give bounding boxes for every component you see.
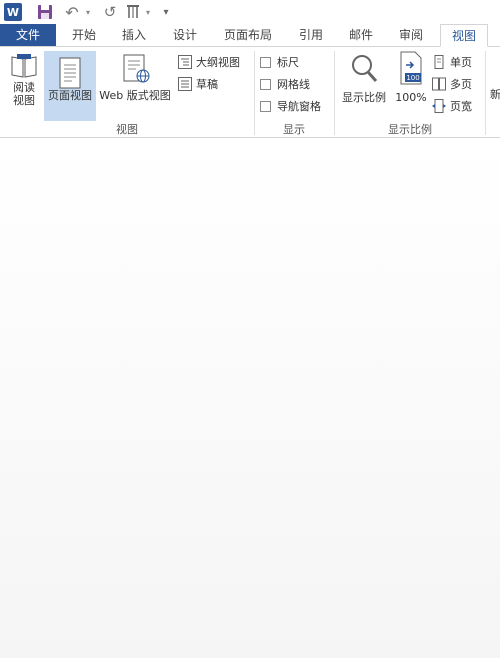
hundred-percent-icon: 100 xyxy=(400,51,422,85)
multiple-pages-label: 多页 xyxy=(450,78,472,91)
redo-icon[interactable]: ↺ xyxy=(102,3,118,21)
format-painter-icon[interactable] xyxy=(124,3,142,21)
read-mode-label-1: 阅读 xyxy=(13,81,35,94)
customize-qat-icon[interactable]: ▾ xyxy=(160,3,172,21)
new-window-button[interactable]: 新 xyxy=(490,85,500,103)
brush-dropdown-icon[interactable]: ▾ xyxy=(144,3,152,21)
tab-design[interactable]: 设计 xyxy=(160,24,210,46)
hundred-percent-label: 100% xyxy=(395,91,427,104)
page-width-button[interactable]: 页宽 xyxy=(432,97,472,115)
ribbon-tabs: 文件 开始 插入 设计 页面布局 引用 邮件 审阅 视图 xyxy=(0,24,500,47)
multiple-pages-button[interactable]: 多页 xyxy=(432,75,472,93)
draft-icon xyxy=(178,77,192,91)
hundred-icon-text: 100 xyxy=(406,74,419,82)
ruler-checkbox[interactable]: 标尺 xyxy=(260,53,299,71)
gridlines-checkbox-box[interactable] xyxy=(260,78,271,90)
new-window-label: 新 xyxy=(490,88,500,101)
gridlines-checkbox[interactable]: 网格线 xyxy=(260,75,310,93)
one-page-label: 单页 xyxy=(450,56,472,69)
undo-dropdown-icon[interactable]: ▾ xyxy=(84,3,92,21)
zoom-label: 显示比例 xyxy=(342,91,386,104)
magnifier-icon xyxy=(352,55,378,82)
web-layout-label: Web 版式视图 xyxy=(99,89,171,102)
word-app-icon[interactable]: W xyxy=(4,3,22,21)
ribbon: 阅读 视图 页面视图 Web 版式视图 大纲视图 草稿 视图 标尺 网格线 导航… xyxy=(0,46,500,138)
multiple-pages-icon xyxy=(432,77,446,91)
hundred-percent-button[interactable]: 100 100% xyxy=(392,51,430,104)
page-width-label: 页宽 xyxy=(450,100,472,113)
outline-icon xyxy=(178,55,192,69)
save-icon[interactable] xyxy=(36,3,54,21)
tab-references[interactable]: 引用 xyxy=(288,24,334,46)
navigation-pane-label: 导航窗格 xyxy=(277,100,321,113)
zoom-button[interactable]: 显示比例 xyxy=(338,51,390,104)
tab-review[interactable]: 审阅 xyxy=(388,24,434,46)
tab-mailings[interactable]: 邮件 xyxy=(338,24,384,46)
ruler-checkbox-box[interactable] xyxy=(260,56,271,68)
gridlines-label: 网格线 xyxy=(277,78,310,91)
web-layout-button[interactable]: Web 版式视图 xyxy=(97,51,173,102)
print-layout-label: 页面视图 xyxy=(48,89,92,102)
web-page-icon xyxy=(123,54,150,83)
tab-insert[interactable]: 插入 xyxy=(110,24,158,46)
draft-button[interactable]: 草稿 xyxy=(178,75,218,93)
navigation-pane-checkbox[interactable]: 导航窗格 xyxy=(260,97,321,115)
tab-view[interactable]: 视图 xyxy=(440,24,488,47)
tab-file[interactable]: 文件 xyxy=(0,24,56,46)
outline-label: 大纲视图 xyxy=(196,56,240,69)
undo-icon[interactable]: ↶ xyxy=(64,3,80,22)
read-mode-button[interactable]: 阅读 视图 xyxy=(6,51,42,107)
group-separator xyxy=(485,51,486,135)
navigation-pane-checkbox-box[interactable] xyxy=(260,100,271,112)
tab-page-layout[interactable]: 页面布局 xyxy=(212,24,284,46)
print-layout-button[interactable]: 页面视图 xyxy=(44,51,96,121)
document-canvas[interactable] xyxy=(0,138,500,658)
ruler-label: 标尺 xyxy=(277,56,299,69)
quick-access-toolbar: W ↶ ▾ ↺ ▾ ▾ xyxy=(0,0,500,24)
page-width-icon xyxy=(432,99,446,113)
zoom-group-label: 显示比例 xyxy=(388,123,432,136)
one-page-icon xyxy=(432,55,446,69)
outline-button[interactable]: 大纲视图 xyxy=(178,53,240,71)
draft-label: 草稿 xyxy=(196,78,218,91)
read-mode-label-2: 视图 xyxy=(13,94,35,107)
show-group-label: 显示 xyxy=(283,123,305,136)
views-group-label: 视图 xyxy=(116,123,138,136)
book-icon xyxy=(11,54,37,78)
one-page-button[interactable]: 单页 xyxy=(432,53,472,71)
page-icon xyxy=(59,57,81,89)
tab-home[interactable]: 开始 xyxy=(60,24,108,46)
